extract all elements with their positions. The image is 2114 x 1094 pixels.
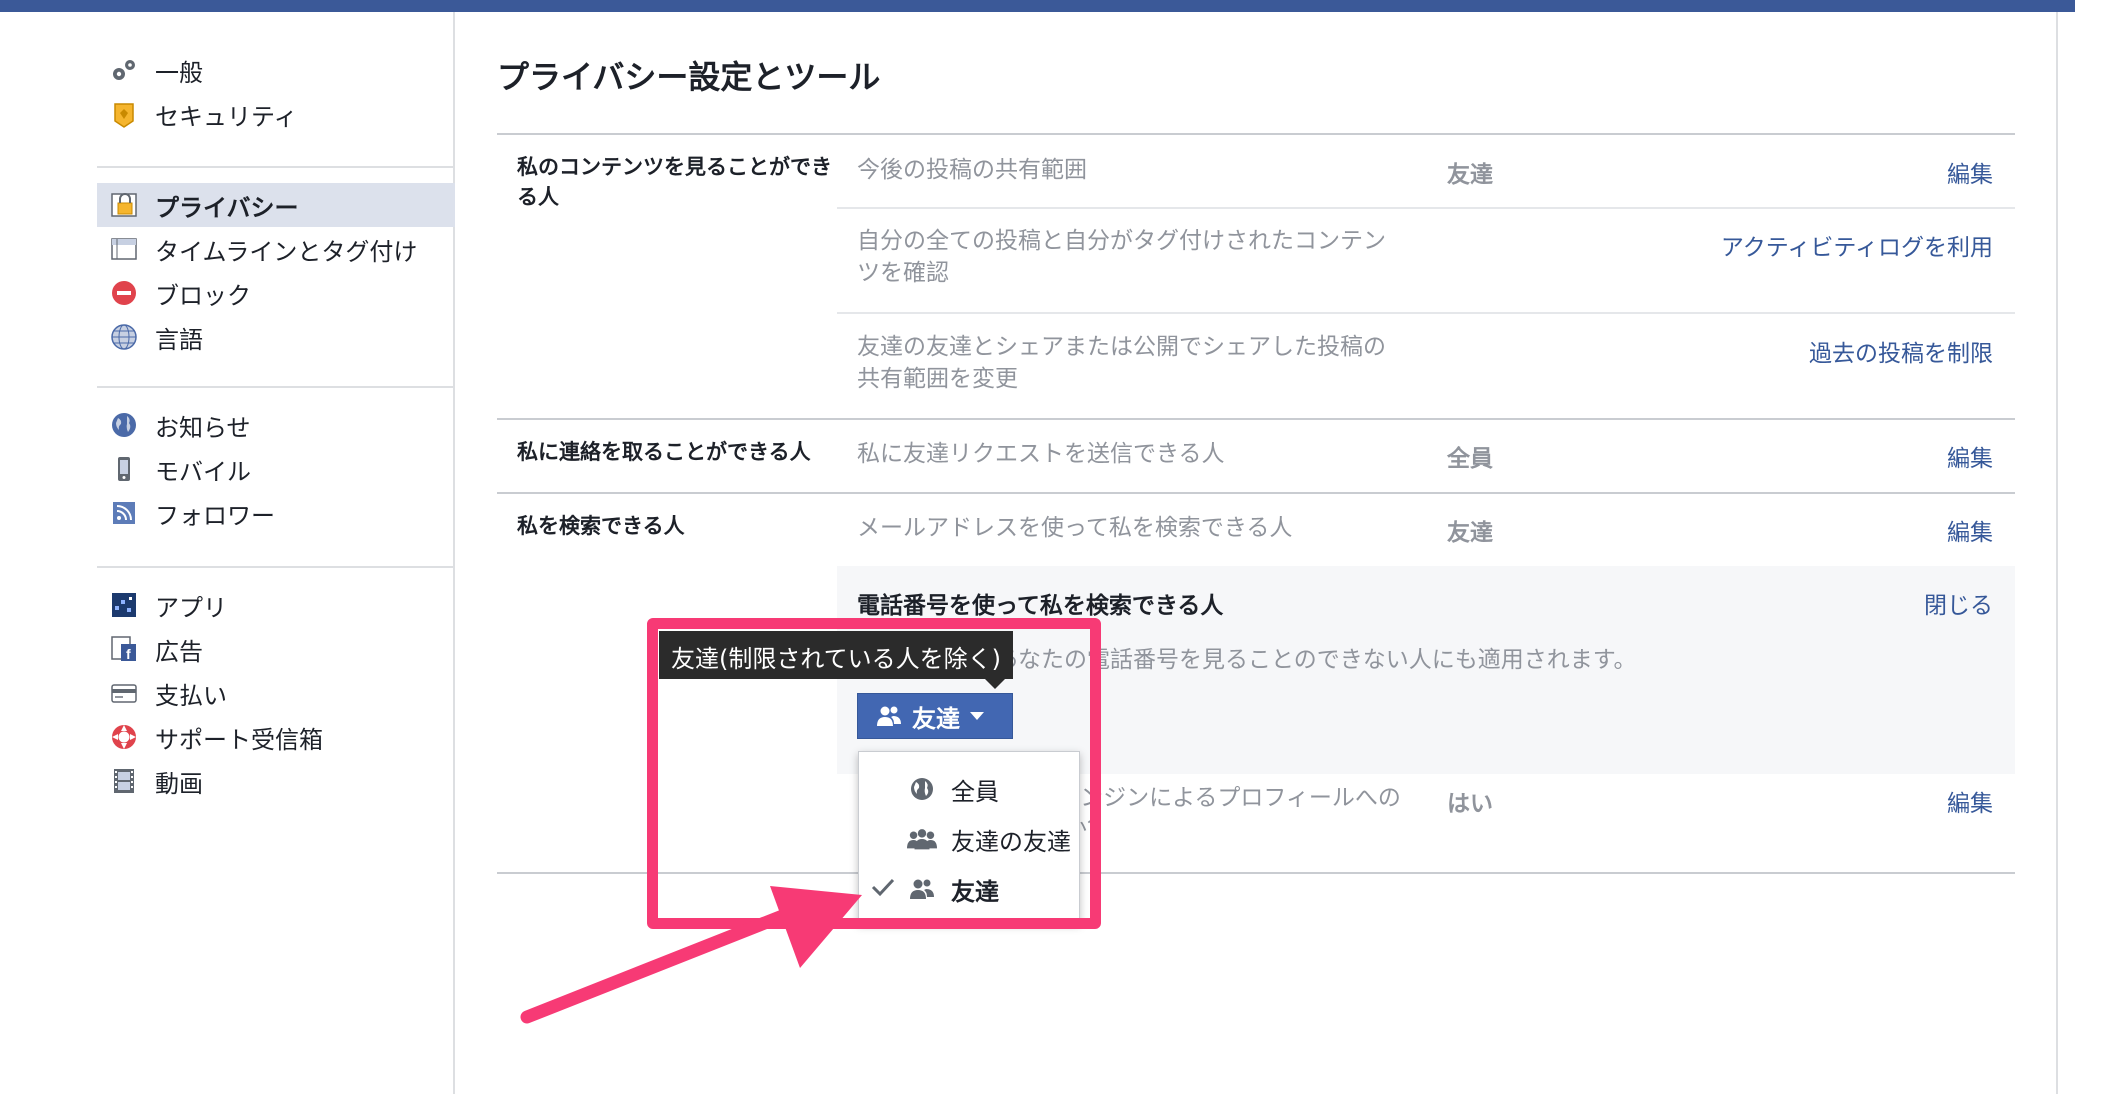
friends-icon bbox=[907, 876, 937, 902]
sidebar-item-support-inbox[interactable]: サポート受信箱 bbox=[97, 715, 455, 759]
sidebar-item-videos[interactable]: 動画 bbox=[97, 759, 455, 803]
sidebar-item-label: タイムラインとタグ付け bbox=[155, 237, 418, 266]
sidebar-item-label: サポート受信箱 bbox=[155, 725, 323, 754]
audience-dropdown-menu: 全員 友達の友達 友達 bbox=[858, 751, 1080, 923]
section-label-lookup: 私を検索できる人 bbox=[517, 514, 685, 538]
audience-option-friends-of-friends[interactable]: 友達の友達 bbox=[859, 814, 1079, 864]
top-bar bbox=[0, 0, 2075, 12]
row-value-email-lookup: 友達 bbox=[1447, 520, 1493, 546]
sidebar-item-privacy[interactable]: プライバシー bbox=[97, 183, 455, 227]
sidebar-item-label: お知らせ bbox=[155, 413, 251, 442]
edit-future-posts-link[interactable]: 編集 bbox=[1947, 155, 1993, 189]
activity-log-link[interactable]: アクティビティログを利用 bbox=[1721, 228, 1993, 262]
section-divider bbox=[497, 133, 2015, 135]
lifebuoy-icon bbox=[109, 722, 139, 752]
friends-icon bbox=[876, 705, 902, 727]
sidebar-item-label: 広告 bbox=[155, 637, 203, 666]
rss-icon bbox=[109, 498, 139, 528]
sidebar-divider bbox=[97, 386, 455, 388]
row-divider bbox=[837, 312, 2015, 314]
timeline-icon bbox=[109, 234, 139, 264]
sidebar-group-privacy: プライバシー タイムラインとタグ付け ブロック 言語 bbox=[97, 183, 455, 359]
page-title: プライバシー設定とツール bbox=[497, 58, 881, 96]
caret-down-icon bbox=[970, 712, 984, 720]
sidebar-item-label: モバイル bbox=[155, 457, 251, 486]
sidebar-item-label: フォロワー bbox=[155, 501, 275, 530]
sidebar-item-label: ブロック bbox=[155, 281, 251, 310]
sidebar-divider bbox=[97, 566, 455, 568]
audience-tooltip: 友達(制限されている人を除く) bbox=[659, 631, 1014, 689]
audience-selector-label: 友達 bbox=[912, 704, 960, 733]
gears-icon bbox=[109, 55, 139, 85]
globe-icon bbox=[907, 776, 937, 802]
audience-selector-button[interactable]: 友達 bbox=[857, 693, 1013, 739]
sidebar-group-account: 一般 セキュリティ bbox=[97, 48, 455, 136]
sidebar-item-language[interactable]: 言語 bbox=[97, 315, 455, 359]
apps-icon bbox=[109, 590, 139, 620]
sidebar-item-general[interactable]: 一般 bbox=[97, 48, 455, 92]
row-value-friend-requests: 全員 bbox=[1447, 446, 1493, 472]
audience-option-public[interactable]: 全員 bbox=[859, 764, 1079, 814]
sidebar-item-payments[interactable]: 支払い bbox=[97, 671, 455, 715]
section-label-contact: 私に連絡を取ることができる人 bbox=[517, 440, 811, 464]
row-label-review-tags: 自分の全ての投稿と自分がタグ付けされたコンテンツを確認 bbox=[857, 228, 1386, 286]
row-value-future-posts: 友達 bbox=[1447, 162, 1493, 188]
sidebar-item-label: 一般 bbox=[155, 58, 203, 87]
sidebar-item-notifications[interactable]: お知らせ bbox=[97, 403, 455, 447]
film-icon bbox=[109, 766, 139, 796]
edit-search-engines-link[interactable]: 編集 bbox=[1947, 784, 1993, 818]
edit-email-lookup-link[interactable]: 編集 bbox=[1947, 513, 1993, 547]
sidebar-item-label: セキュリティ bbox=[155, 102, 298, 131]
svg-text:f: f bbox=[126, 646, 131, 662]
ads-icon: f bbox=[109, 634, 139, 664]
globe-icon bbox=[109, 410, 139, 440]
row-label-friend-requests: 私に友達リクエストを送信できる人 bbox=[857, 441, 1225, 467]
lock-icon bbox=[109, 190, 139, 220]
section-divider bbox=[497, 492, 2015, 494]
audience-option-label: 全員 bbox=[951, 777, 999, 806]
audience-option-friends[interactable]: 友達 bbox=[859, 864, 1079, 914]
block-icon bbox=[109, 278, 139, 308]
mobile-icon bbox=[109, 454, 139, 484]
row-value-search-engines: はい bbox=[1447, 791, 1493, 817]
right-border bbox=[2056, 12, 2058, 1094]
sidebar-item-label: 言語 bbox=[155, 325, 203, 354]
globe-grid-icon bbox=[109, 322, 139, 352]
settings-sidebar: 一般 セキュリティ プライバシー タイムラインとタグ付け ブロック 言語 お知ら… bbox=[0, 12, 455, 1094]
card-icon bbox=[109, 678, 139, 708]
phone-lookup-title: 電話番号を使って私を検索できる人 bbox=[857, 593, 1224, 619]
sidebar-item-security[interactable]: セキュリティ bbox=[97, 92, 455, 136]
limit-past-posts-link[interactable]: 過去の投稿を制限 bbox=[1809, 334, 1993, 368]
row-label-email-lookup: メールアドレスを使って私を検索できる人 bbox=[857, 515, 1293, 541]
close-link[interactable]: 閉じる bbox=[1924, 586, 1993, 620]
row-label-limit-past-posts: 友達の友達とシェアまたは公開でシェアした投稿の共有範囲を変更 bbox=[857, 334, 1386, 392]
sidebar-item-mobile[interactable]: モバイル bbox=[97, 447, 455, 491]
sidebar-item-label: プライバシー bbox=[155, 193, 299, 222]
sidebar-group-notifications: お知らせ モバイル フォロワー bbox=[97, 403, 455, 535]
audience-option-label: 友達の友達 bbox=[951, 827, 1071, 856]
sidebar-item-timeline[interactable]: タイムラインとタグ付け bbox=[97, 227, 455, 271]
sidebar-item-block[interactable]: ブロック bbox=[97, 271, 455, 315]
section-divider bbox=[497, 872, 2015, 874]
row-label-future-posts: 今後の投稿の共有範囲 bbox=[857, 157, 1087, 183]
sidebar-item-label: 支払い bbox=[155, 681, 227, 710]
sidebar-item-apps[interactable]: アプリ bbox=[97, 583, 455, 627]
friends-of-friends-icon bbox=[907, 826, 937, 852]
sidebar-item-label: 動画 bbox=[155, 769, 203, 798]
section-label-content-visibility: 私のコンテンツを見ることができる人 bbox=[517, 155, 832, 209]
edit-friend-requests-link[interactable]: 編集 bbox=[1947, 439, 1993, 473]
section-divider bbox=[497, 418, 2015, 420]
badge-icon bbox=[109, 99, 139, 129]
sidebar-item-ads[interactable]: f 広告 bbox=[97, 627, 455, 671]
sidebar-divider bbox=[97, 166, 455, 168]
audience-option-label: 友達 bbox=[951, 877, 999, 906]
checkmark-icon bbox=[871, 876, 895, 904]
sidebar-item-followers[interactable]: フォロワー bbox=[97, 491, 455, 535]
sidebar-group-apps: アプリ f 広告 支払い サポート受信箱 動画 bbox=[97, 583, 455, 803]
sidebar-item-label: アプリ bbox=[155, 593, 227, 622]
row-divider bbox=[837, 207, 2015, 209]
